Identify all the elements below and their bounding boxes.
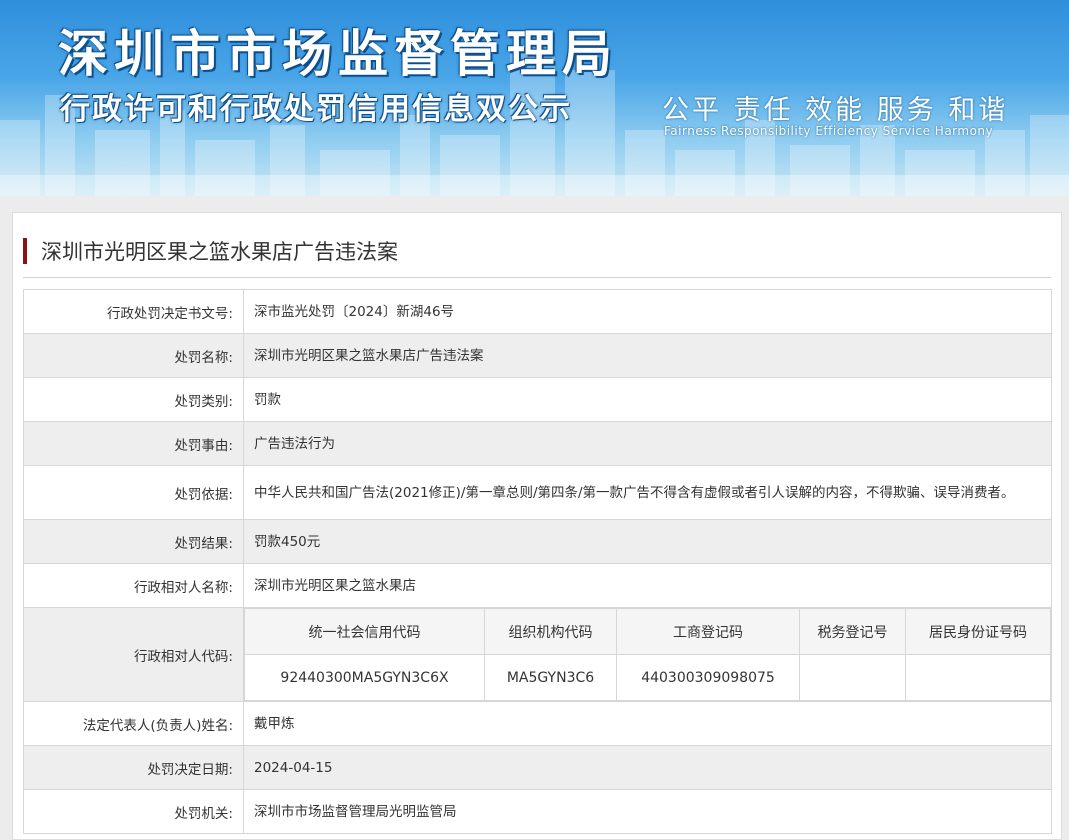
banner-title: 深圳市市场监督管理局 — [58, 25, 618, 83]
codes-header: 统一社会信用代码 — [244, 608, 485, 655]
table-row: 处罚机关: 深圳市市场监督管理局光明监管局 — [23, 789, 1052, 834]
table-row: 行政处罚决定书文号: 深市监光处罚〔2024〕新湖46号 — [23, 289, 1052, 334]
row-value: 中华人民共和国广告法(2021修正)/第一章总则/第四条/第一款广告不得含有虚假… — [243, 465, 1052, 520]
codes-value: 440300309098075 — [616, 654, 800, 701]
row-label: 处罚决定日期: — [23, 745, 244, 790]
heading-accent-bar — [23, 238, 27, 264]
banner-subtitle: 行政许可和行政处罚信用信息双公示 — [60, 92, 572, 127]
row-label: 处罚结果: — [23, 519, 244, 564]
codes-table: 统一社会信用代码 组织机构代码 工商登记码 税务登记号 居民身份证号码 9244… — [244, 608, 1051, 701]
codes-value — [799, 654, 906, 701]
codes-cell: 统一社会信用代码 组织机构代码 工商登记码 税务登记号 居民身份证号码 9244… — [243, 607, 1052, 702]
table-row: 法定代表人(负责人)姓名: 戴甲炼 — [23, 701, 1052, 746]
codes-header: 税务登记号 — [799, 608, 906, 655]
row-label: 处罚名称: — [23, 333, 244, 378]
table-row: 处罚事由: 广告违法行为 — [23, 421, 1052, 466]
banner-motto-english: Fairness Responsibility Efficiency Servi… — [664, 124, 994, 138]
codes-value: MA5GYN3C6 — [484, 654, 617, 701]
row-label: 处罚类别: — [23, 377, 244, 422]
table-row: 处罚决定日期: 2024-04-15 — [23, 745, 1052, 790]
case-heading: 深圳市光明区果之篮水果店广告违法案 — [23, 237, 398, 265]
row-label: 处罚机关: — [23, 789, 244, 834]
row-value: 戴甲炼 — [243, 701, 1052, 746]
row-value: 深圳市光明区果之篮水果店 — [243, 563, 1052, 608]
codes-header-row: 统一社会信用代码 组织机构代码 工商登记码 税务登记号 居民身份证号码 — [244, 608, 1051, 655]
header-banner: 深圳市市场监督管理局 行政许可和行政处罚信用信息双公示 公平 责任 效能 服务 … — [0, 0, 1069, 196]
divider — [23, 277, 1051, 278]
banner-motto: 公平 责任 效能 服务 和谐 — [662, 95, 1009, 126]
row-value: 罚款450元 — [243, 519, 1052, 564]
row-label: 行政相对人名称: — [23, 563, 244, 608]
codes-value — [905, 654, 1051, 701]
row-value: 深圳市光明区果之篮水果店广告违法案 — [243, 333, 1052, 378]
case-title: 深圳市光明区果之篮水果店广告违法案 — [41, 240, 398, 264]
row-value: 广告违法行为 — [243, 421, 1052, 466]
table-row: 处罚类别: 罚款 — [23, 377, 1052, 422]
codes-header: 组织机构代码 — [484, 608, 617, 655]
codes-value-row: 92440300MA5GYN3C6X MA5GYN3C6 44030030909… — [244, 654, 1051, 701]
table-row: 处罚结果: 罚款450元 — [23, 519, 1052, 564]
case-detail-panel: 深圳市光明区果之篮水果店广告违法案 行政处罚决定书文号: 深市监光处罚〔2024… — [12, 212, 1062, 840]
row-label: 行政处罚决定书文号: — [23, 289, 244, 334]
row-label: 处罚事由: — [23, 421, 244, 466]
table-row-codes: 行政相对人代码: 统一社会信用代码 组织机构代码 工商登记码 税务登记号 居民身… — [23, 607, 1052, 702]
table-row: 处罚名称: 深圳市光明区果之篮水果店广告违法案 — [23, 333, 1052, 378]
table-row: 行政相对人名称: 深圳市光明区果之篮水果店 — [23, 563, 1052, 608]
table-row: 处罚依据: 中华人民共和国广告法(2021修正)/第一章总则/第四条/第一款广告… — [23, 465, 1052, 520]
codes-header: 工商登记码 — [616, 608, 800, 655]
row-value: 2024-04-15 — [243, 745, 1052, 790]
row-value: 罚款 — [243, 377, 1052, 422]
row-value: 深圳市市场监督管理局光明监管局 — [243, 789, 1052, 834]
row-label: 法定代表人(负责人)姓名: — [23, 701, 244, 746]
row-value: 深市监光处罚〔2024〕新湖46号 — [243, 289, 1052, 334]
case-info-table: 行政处罚决定书文号: 深市监光处罚〔2024〕新湖46号 处罚名称: 深圳市光明… — [23, 289, 1052, 834]
row-label: 处罚依据: — [23, 465, 244, 520]
codes-header: 居民身份证号码 — [905, 608, 1051, 655]
codes-value: 92440300MA5GYN3C6X — [244, 654, 485, 701]
row-label: 行政相对人代码: — [23, 607, 244, 702]
